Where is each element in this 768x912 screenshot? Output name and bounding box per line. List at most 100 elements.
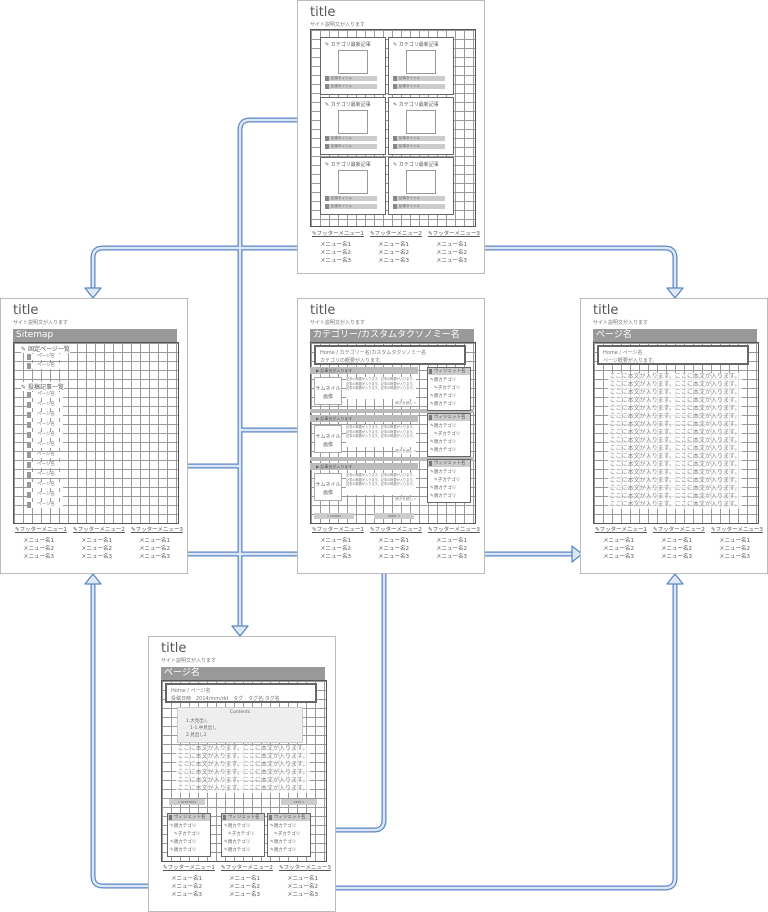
older-posts-link[interactable]: older » xyxy=(374,513,414,519)
footer-item[interactable]: メニュー名2 xyxy=(719,544,750,552)
article-title[interactable]: 記事タイトル xyxy=(393,196,445,201)
footer-menu-heading[interactable]: ✎フッターメニュー1 xyxy=(312,231,364,237)
footer-menu-heading[interactable]: ✎フッターメニュー2 xyxy=(221,865,273,871)
footer-item[interactable]: メニュー名3 xyxy=(378,552,409,560)
footer-item[interactable]: メニュー名2 xyxy=(320,544,351,552)
breadcrumb-path[interactable]: Home / カテゴリー名/カスタムタクソノミー名 xyxy=(320,349,460,357)
article-title[interactable]: 記事タイトル xyxy=(325,76,377,81)
post-title[interactable]: ▶ 記事名が入ります xyxy=(310,415,418,422)
widget-parent-item[interactable]: ✎親カテゴリ xyxy=(270,839,296,845)
widget-child-item[interactable]: ✎子カテゴリ xyxy=(174,831,200,837)
article-title[interactable]: 記事タイトル xyxy=(325,196,377,201)
footer-menu-heading[interactable]: ✎フッターメニュー1 xyxy=(312,527,364,533)
footer-menu-heading[interactable]: ✎フッターメニュー2 xyxy=(73,527,125,533)
footer-menu-heading[interactable]: ✎フッターメニュー3 xyxy=(131,527,183,533)
read-more-link[interactable]: 続きを読む » xyxy=(395,401,416,406)
widget-parent-item[interactable]: ✎親カテゴリ xyxy=(430,469,456,475)
widget-parent-item[interactable]: ✎親カテゴリ xyxy=(224,847,250,853)
article-title[interactable]: 記事タイトル xyxy=(325,204,377,209)
footer-item[interactable]: メニュー名1 xyxy=(719,536,750,544)
widget-child-item[interactable]: ✎子カテゴリ xyxy=(274,831,300,837)
sitemap-page-link[interactable]: ページ名 xyxy=(27,392,63,398)
footer-item[interactable]: メニュー名1 xyxy=(229,874,260,882)
toc-item[interactable]: 1.大見出し xyxy=(186,718,208,724)
footer-item[interactable]: メニュー名1 xyxy=(436,240,467,248)
footer-item[interactable]: メニュー名3 xyxy=(436,256,467,264)
footer-item[interactable]: メニュー名1 xyxy=(378,536,409,544)
toc-item[interactable]: 1-1.中見出し xyxy=(190,725,217,731)
widget-parent-item[interactable]: ✎親カテゴリ xyxy=(224,839,250,845)
read-more-link[interactable]: 続きを読む » xyxy=(395,497,416,502)
footer-menu-heading[interactable]: ✎フッターメニュー3 xyxy=(279,865,331,871)
widget-parent-item[interactable]: ✎親カテゴリ xyxy=(430,393,456,399)
footer-item[interactable]: メニュー名1 xyxy=(320,240,351,248)
article-title[interactable]: 記事タイトル xyxy=(393,76,445,81)
article-title[interactable]: 記事タイトル xyxy=(393,144,445,149)
footer-menu-heading[interactable]: ✎フッターメニュー3 xyxy=(428,231,480,237)
footer-item[interactable]: メニュー名2 xyxy=(81,544,112,552)
widget-parent-item[interactable]: ✎親カテゴリ xyxy=(270,847,296,853)
footer-menu-heading[interactable]: ✎フッターメニュー1 xyxy=(595,527,647,533)
article-title[interactable]: 記事タイトル xyxy=(393,136,445,141)
footer-item[interactable]: メニュー名3 xyxy=(139,552,170,560)
footer-menu-heading[interactable]: ✎フッターメニュー2 xyxy=(370,527,422,533)
footer-menu-heading[interactable]: ✎フッターメニュー3 xyxy=(428,527,480,533)
newer-posts-link[interactable]: « newer xyxy=(314,513,354,519)
footer-item[interactable]: メニュー名3 xyxy=(603,552,634,560)
widget-parent-item[interactable]: ✎親カテゴリ xyxy=(430,401,456,407)
read-more-link[interactable]: 続きを読む » xyxy=(395,449,416,454)
footer-item[interactable]: メニュー名3 xyxy=(320,552,351,560)
footer-item[interactable]: メニュー名2 xyxy=(661,544,692,552)
footer-item[interactable]: メニュー名1 xyxy=(378,240,409,248)
footer-item[interactable]: メニュー名1 xyxy=(139,536,170,544)
footer-item[interactable]: メニュー名1 xyxy=(603,536,634,544)
footer-item[interactable]: メニュー名2 xyxy=(320,248,351,256)
footer-item[interactable]: メニュー名3 xyxy=(287,890,318,898)
footer-menu-heading[interactable]: ✎フッターメニュー3 xyxy=(711,527,763,533)
footer-item[interactable]: メニュー名2 xyxy=(139,544,170,552)
sitemap-page-link[interactable]: ページ名 xyxy=(27,363,63,369)
footer-item[interactable]: メニュー名3 xyxy=(719,552,750,560)
footer-item[interactable]: メニュー名3 xyxy=(81,552,112,560)
post-title[interactable]: ▶ 記事名が入ります xyxy=(310,367,418,374)
article-title[interactable]: 記事タイトル xyxy=(325,144,377,149)
next-post-link[interactable]: next » xyxy=(281,799,317,805)
previous-post-link[interactable]: « previous xyxy=(169,799,205,805)
article-title[interactable]: 記事タイトル xyxy=(393,204,445,209)
breadcrumb-path[interactable]: Home / ページ名 xyxy=(171,687,311,695)
footer-item[interactable]: メニュー名3 xyxy=(320,256,351,264)
widget-parent-item[interactable]: ✎親カテゴリ xyxy=(270,823,296,829)
widget-parent-item[interactable]: ✎親カテゴリ xyxy=(430,493,456,499)
sitemap-page-link[interactable]: ページ名 xyxy=(27,402,63,408)
footer-item[interactable]: メニュー名3 xyxy=(23,552,54,560)
sitemap-page-link[interactable]: ページ名 xyxy=(27,472,63,478)
post-thumbnail[interactable]: サムネイル 画像 xyxy=(314,473,342,501)
widget-child-item[interactable]: ✎子カテゴリ xyxy=(434,385,460,391)
sitemap-page-link[interactable]: ページ名 xyxy=(27,452,63,458)
widget-parent-item[interactable]: ✎親カテゴリ xyxy=(430,447,456,453)
footer-item[interactable]: メニュー名1 xyxy=(171,874,202,882)
footer-menu-heading[interactable]: ✎フッターメニュー1 xyxy=(15,527,67,533)
article-title[interactable]: 記事タイトル xyxy=(325,84,377,89)
widget-parent-item[interactable]: ✎親カテゴリ xyxy=(224,823,250,829)
toc-item[interactable]: 2.見出し2 xyxy=(186,732,207,738)
footer-item[interactable]: メニュー名2 xyxy=(378,248,409,256)
widget-parent-item[interactable]: ✎親カテゴリ xyxy=(170,839,196,845)
footer-item[interactable]: メニュー名3 xyxy=(661,552,692,560)
footer-item[interactable]: メニュー名1 xyxy=(81,536,112,544)
footer-item[interactable]: メニュー名1 xyxy=(287,874,318,882)
sitemap-page-link[interactable]: ページ名 xyxy=(27,422,63,428)
footer-menu-heading[interactable]: ✎フッターメニュー2 xyxy=(370,231,422,237)
article-title[interactable]: 記事タイトル xyxy=(325,136,377,141)
breadcrumb-path[interactable]: Home / ページ名 xyxy=(603,349,743,357)
footer-item[interactable]: メニュー名1 xyxy=(436,536,467,544)
footer-item[interactable]: メニュー名2 xyxy=(378,544,409,552)
widget-parent-item[interactable]: ✎親カテゴリ xyxy=(430,377,456,383)
widget-parent-item[interactable]: ✎親カテゴリ xyxy=(430,485,456,491)
footer-item[interactable]: メニュー名3 xyxy=(229,890,260,898)
footer-item[interactable]: メニュー名3 xyxy=(171,890,202,898)
widget-parent-item[interactable]: ✎親カテゴリ xyxy=(170,823,196,829)
footer-item[interactable]: メニュー名2 xyxy=(603,544,634,552)
footer-item[interactable]: メニュー名1 xyxy=(23,536,54,544)
footer-item[interactable]: メニュー名2 xyxy=(229,882,260,890)
